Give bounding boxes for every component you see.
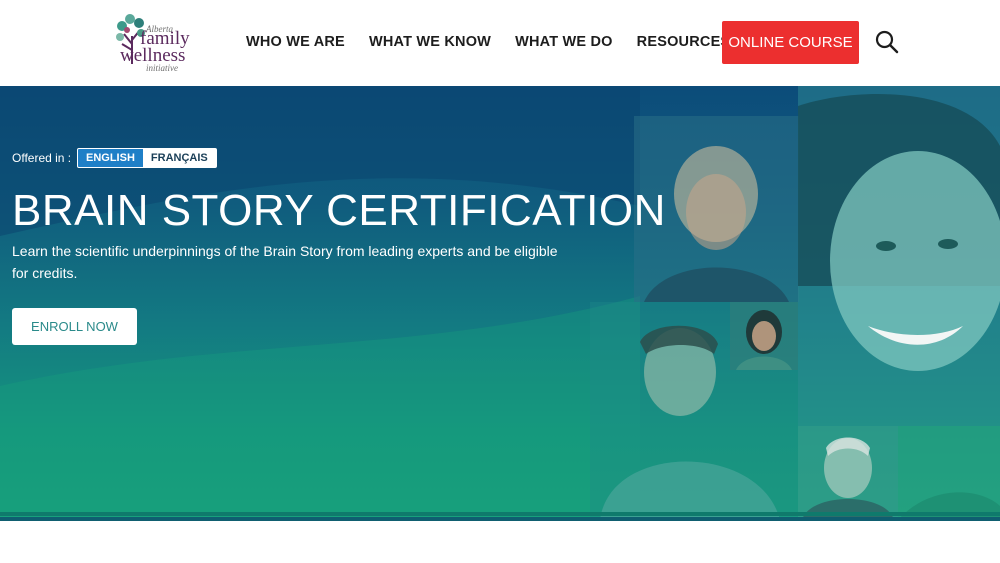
logo-text-initiative: initiative (146, 63, 178, 73)
search-button[interactable] (874, 29, 900, 55)
hero-photo-collage (590, 86, 1000, 520)
online-course-button[interactable]: ONLINE COURSE (722, 21, 859, 64)
lang-english-button[interactable]: ENGLISH (78, 149, 143, 167)
photo-man-older (798, 426, 898, 520)
hero-description: Learn the scientific underpinnings of th… (12, 243, 558, 281)
enroll-now-button[interactable]: ENROLL NOW (12, 308, 137, 345)
photo-background-tile (898, 426, 1000, 520)
offered-in-label: Offered in : (12, 151, 72, 165)
site-header: Alberta family wellness initiative WHO W… (0, 0, 1000, 86)
search-icon (875, 30, 899, 54)
language-toggle: ENGLISH FRANÇAIS (77, 148, 217, 168)
hero-banner: Offered in : ENGLISH FRANÇAIS BRAIN STOR… (0, 86, 1000, 520)
site-logo[interactable]: Alberta family wellness initiative (112, 10, 190, 74)
photo-woman-dark-hair (730, 302, 798, 370)
nav-resources[interactable]: RESOURCES (637, 34, 731, 50)
nav-who-we-are[interactable]: WHO WE ARE (246, 34, 345, 50)
divider-stripe-bottom (0, 517, 1000, 521)
hero-title: BRAIN STORY CERTIFICATION (12, 186, 666, 235)
nav-what-we-do[interactable]: WHAT WE DO (515, 34, 613, 50)
lang-french-button[interactable]: FRANÇAIS (143, 149, 216, 167)
divider-stripe-top (0, 512, 1000, 516)
nav-what-we-know[interactable]: WHAT WE KNOW (369, 34, 491, 50)
photo-woman-smiling (798, 86, 1000, 426)
main-nav: WHO WE ARE WHAT WE KNOW WHAT WE DO RESOU… (246, 34, 754, 50)
